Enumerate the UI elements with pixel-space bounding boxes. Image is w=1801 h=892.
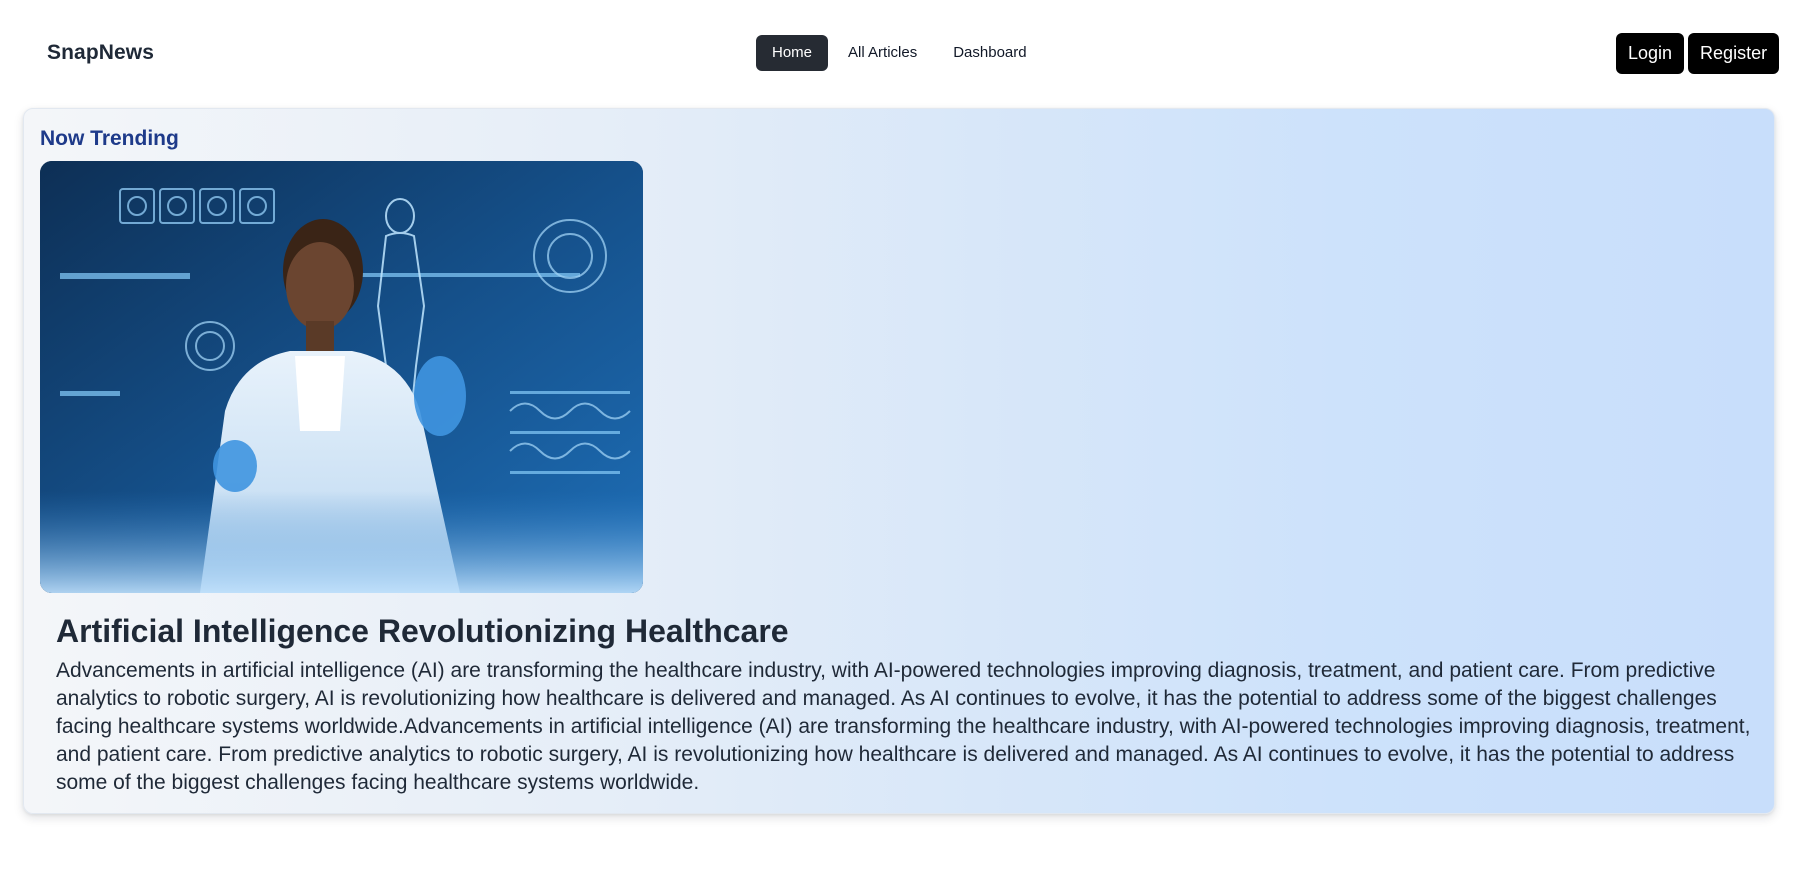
article-title[interactable]: Artificial Intelligence Revolutionizing …	[56, 613, 789, 650]
trending-card[interactable]: Now Trending Artificial Intelligence Rev…	[23, 108, 1775, 814]
login-button[interactable]: Login	[1616, 33, 1685, 74]
ai-healthcare-photo-icon	[40, 161, 643, 593]
nav-dashboard[interactable]: Dashboard	[937, 35, 1042, 71]
brand-logo[interactable]: SnapNews	[47, 41, 154, 65]
register-button[interactable]: Register	[1688, 33, 1780, 74]
top-navbar: SnapNews Home All Articles Dashboard Log…	[0, 0, 1801, 106]
section-title: Now Trending	[40, 127, 179, 150]
article-image[interactable]	[40, 161, 643, 593]
article-summary: Advancements in artificial intelligence …	[56, 659, 1751, 794]
nav-home[interactable]: Home	[756, 35, 829, 71]
main-nav: Home All Articles Dashboard	[756, 35, 1047, 71]
auth-buttons: Login Register	[1616, 33, 1783, 74]
nav-all-articles[interactable]: All Articles	[832, 35, 933, 71]
